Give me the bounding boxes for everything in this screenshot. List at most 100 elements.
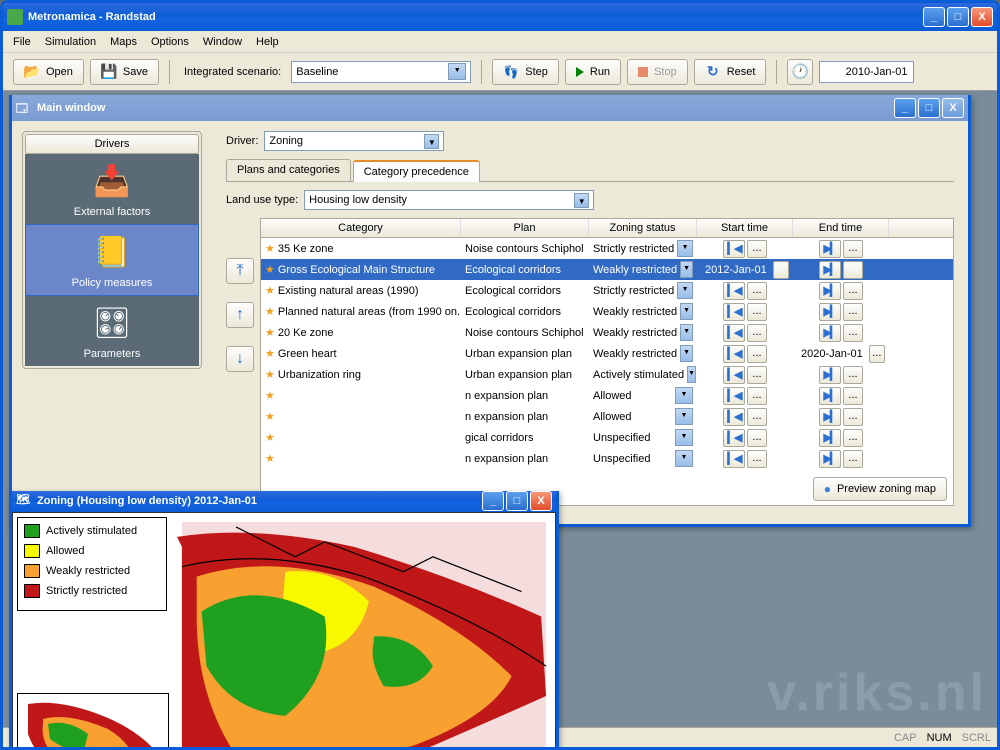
col-plan[interactable]: Plan: [461, 219, 589, 237]
end-time-edit-button[interactable]: ...: [843, 366, 863, 384]
end-skip-icon[interactable]: ▶▎: [819, 429, 841, 447]
col-start-time[interactable]: Start time: [697, 219, 793, 237]
start-skip-icon[interactable]: ▎◀: [723, 324, 745, 342]
menu-help[interactable]: Help: [250, 34, 285, 50]
sub-close-button[interactable]: X: [942, 98, 964, 118]
chevron-down-icon[interactable]: ▼: [675, 408, 693, 425]
menu-options[interactable]: Options: [145, 34, 195, 50]
table-row[interactable]: n expansion planAllowed▼▎◀...▶▎...: [261, 406, 953, 427]
chevron-down-icon[interactable]: ▼: [675, 429, 693, 446]
end-skip-icon[interactable]: ▶▎: [819, 261, 841, 279]
clock-button[interactable]: [787, 59, 813, 85]
start-skip-icon[interactable]: ▎◀: [723, 450, 745, 468]
start-skip-icon[interactable]: ▎◀: [723, 408, 745, 426]
maximize-button[interactable]: □: [947, 7, 969, 27]
close-button[interactable]: X: [971, 7, 993, 27]
end-time-edit-button[interactable]: ...: [843, 303, 863, 321]
start-skip-icon[interactable]: ▎◀: [723, 387, 745, 405]
chevron-down-icon[interactable]: ▼: [680, 261, 693, 278]
table-row[interactable]: 35 Ke zoneNoise contours SchipholStrictl…: [261, 238, 953, 259]
driver-select[interactable]: Zoning▼: [264, 131, 444, 151]
end-skip-icon[interactable]: ▶▎: [819, 366, 841, 384]
col-end-time[interactable]: End time: [793, 219, 889, 237]
table-row[interactable]: n expansion planAllowed▼▎◀...▶▎...: [261, 385, 953, 406]
menu-maps[interactable]: Maps: [104, 34, 143, 50]
menu-window[interactable]: Window: [197, 34, 248, 50]
end-skip-icon[interactable]: ▶▎: [819, 303, 841, 321]
sidebar-item-policy-measures[interactable]: 📒 Policy measures: [25, 224, 199, 296]
start-skip-icon[interactable]: ▎◀: [723, 345, 745, 363]
end-skip-icon[interactable]: ▶▎: [819, 450, 841, 468]
end-time-edit-button[interactable]: ...: [843, 450, 863, 468]
sub-minimize-button[interactable]: _: [894, 98, 916, 118]
move-top-button[interactable]: ⤒: [226, 258, 254, 284]
end-skip-icon[interactable]: ▶▎: [819, 408, 841, 426]
col-status[interactable]: Zoning status: [589, 219, 697, 237]
move-up-button[interactable]: ↑: [226, 302, 254, 328]
stop-button[interactable]: Stop: [627, 59, 688, 85]
end-skip-icon[interactable]: ▶▎: [819, 240, 841, 258]
zoning-maximize-button[interactable]: □: [506, 491, 528, 511]
table-row[interactable]: Gross Ecological Main StructureEcologica…: [261, 259, 953, 280]
end-time-edit-button[interactable]: ...: [843, 429, 863, 447]
end-time-edit-button[interactable]: ...: [843, 240, 863, 258]
start-time-edit-button[interactable]: ...: [747, 240, 767, 258]
menu-simulation[interactable]: Simulation: [39, 34, 102, 50]
landuse-select[interactable]: Housing low density▼: [304, 190, 594, 210]
minimap[interactable]: [17, 693, 169, 750]
table-row[interactable]: Green heartUrban expansion planWeakly re…: [261, 343, 953, 364]
sub-maximize-button[interactable]: □: [918, 98, 940, 118]
chevron-down-icon[interactable]: ▼: [687, 366, 696, 383]
zoning-close-button[interactable]: X: [530, 491, 552, 511]
chevron-down-icon[interactable]: ▼: [680, 303, 693, 320]
end-time-edit-button[interactable]: ...: [843, 408, 863, 426]
preview-zoning-button[interactable]: Preview zoning map: [813, 477, 947, 501]
sidebar-item-parameters[interactable]: 🎛 Parameters: [25, 296, 199, 366]
save-button[interactable]: Save: [90, 59, 159, 85]
table-row[interactable]: Planned natural areas (from 1990 on...Ec…: [261, 301, 953, 322]
step-button[interactable]: Step: [492, 59, 559, 85]
start-time-edit-button[interactable]: ...: [747, 408, 767, 426]
end-time-edit-button[interactable]: ...: [869, 345, 885, 363]
end-skip-icon[interactable]: ▶▎: [819, 324, 841, 342]
end-skip-icon[interactable]: ▶▎: [819, 387, 841, 405]
start-skip-icon[interactable]: ▎◀: [723, 303, 745, 321]
start-skip-icon[interactable]: ▎◀: [723, 282, 745, 300]
scenario-select[interactable]: Baseline▼: [291, 61, 471, 83]
end-time-edit-button[interactable]: ...: [843, 324, 863, 342]
col-category[interactable]: Category: [261, 219, 461, 237]
table-row[interactable]: n expansion planUnspecified▼▎◀...▶▎...: [261, 448, 953, 469]
chevron-down-icon[interactable]: ▼: [677, 282, 693, 299]
start-time-edit-button[interactable]: ...: [747, 366, 767, 384]
menu-file[interactable]: File: [7, 34, 37, 50]
start-time-edit-button[interactable]: ...: [747, 450, 767, 468]
tab-category-precedence[interactable]: Category precedence: [353, 160, 480, 182]
end-time-edit-button[interactable]: ...: [843, 261, 863, 279]
start-time-edit-button[interactable]: ...: [747, 324, 767, 342]
table-row[interactable]: 20 Ke zoneNoise contours SchipholWeakly …: [261, 322, 953, 343]
start-time-edit-button[interactable]: ...: [747, 429, 767, 447]
move-down-button[interactable]: ↓: [226, 346, 254, 372]
zoning-titlebar[interactable]: 🗺 Zoning (Housing low density) 2012-Jan-…: [12, 491, 556, 512]
start-time-edit-button[interactable]: ...: [747, 387, 767, 405]
run-button[interactable]: Run: [565, 59, 621, 85]
table-row[interactable]: Existing natural areas (1990)Ecological …: [261, 280, 953, 301]
table-row[interactable]: gical corridorsUnspecified▼▎◀...▶▎...: [261, 427, 953, 448]
start-time-edit-button[interactable]: ...: [773, 261, 789, 279]
start-time-edit-button[interactable]: ...: [747, 303, 767, 321]
end-time-edit-button[interactable]: ...: [843, 282, 863, 300]
chevron-down-icon[interactable]: ▼: [675, 450, 693, 467]
table-row[interactable]: Urbanization ringUrban expansion planAct…: [261, 364, 953, 385]
main-subwindow-titlebar[interactable]: 🗔 Main window _ □ X: [12, 95, 968, 121]
start-skip-icon[interactable]: ▎◀: [723, 429, 745, 447]
start-skip-icon[interactable]: ▎◀: [723, 240, 745, 258]
chevron-down-icon[interactable]: ▼: [677, 240, 693, 257]
start-time-edit-button[interactable]: ...: [747, 282, 767, 300]
zoning-minimize-button[interactable]: _: [482, 491, 504, 511]
start-time-edit-button[interactable]: ...: [747, 345, 767, 363]
end-skip-icon[interactable]: ▶▎: [819, 282, 841, 300]
sidebar-item-external-factors[interactable]: 📥 External factors: [25, 154, 199, 224]
reset-button[interactable]: Reset: [694, 59, 767, 85]
tab-plans-categories[interactable]: Plans and categories: [226, 159, 351, 181]
map-view[interactable]: [177, 517, 551, 750]
